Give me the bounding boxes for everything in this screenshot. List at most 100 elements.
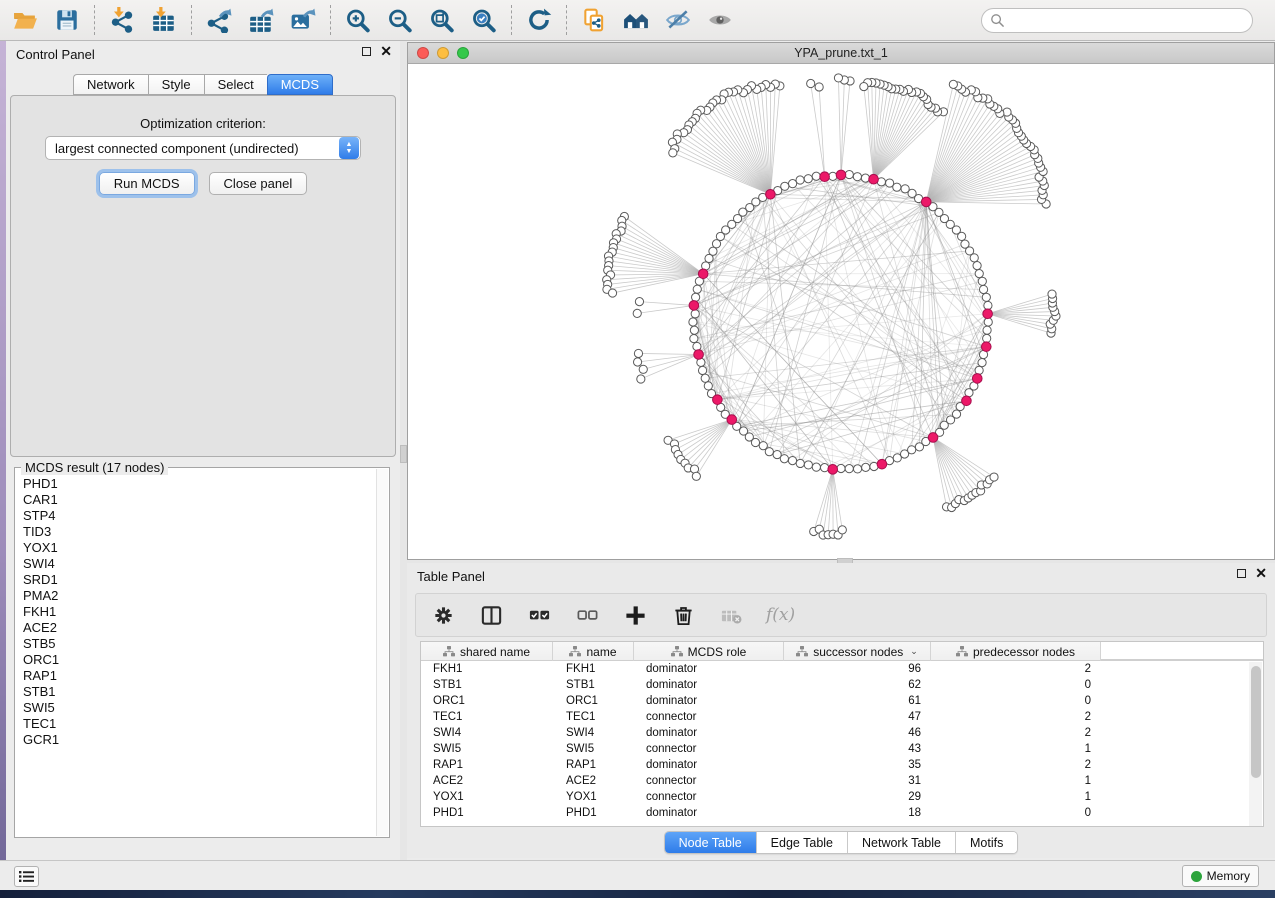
- tab-mcds[interactable]: MCDS: [267, 74, 333, 95]
- network-view[interactable]: [407, 64, 1275, 560]
- table-row[interactable]: PHD1PHD1dominator180: [421, 805, 1263, 821]
- cell-shared_name[interactable]: SWI4: [421, 727, 553, 739]
- cell-successor[interactable]: 61: [784, 695, 931, 707]
- graph-ring-node[interactable]: [861, 174, 869, 182]
- mcds-result-list[interactable]: PHD1CAR1STP4TID3YOX1SWI4SRD1PMA2FKH1ACE2…: [17, 476, 375, 835]
- show-all-icon[interactable]: [699, 3, 741, 37]
- tab-motifs[interactable]: Motifs: [956, 832, 1017, 853]
- refresh-layout-icon[interactable]: [518, 3, 560, 37]
- graph-mcds-node[interactable]: [962, 396, 972, 406]
- graph-ring-node[interactable]: [691, 310, 699, 318]
- task-history-button[interactable]: [14, 866, 39, 887]
- table-row[interactable]: RAP1RAP1dominator352: [421, 757, 1263, 773]
- run-mcds-button[interactable]: Run MCDS: [99, 172, 195, 195]
- mcds-result-item[interactable]: STB5: [23, 636, 375, 652]
- graph-ring-node[interactable]: [698, 366, 706, 374]
- cell-predecessor[interactable]: 0: [931, 807, 1101, 819]
- table-row[interactable]: ACE2ACE2connector311: [421, 773, 1263, 789]
- graph-ring-node[interactable]: [978, 359, 986, 367]
- zoom-selected-icon[interactable]: [463, 3, 505, 37]
- graph-ring-node[interactable]: [901, 185, 909, 193]
- deselect-all-icon[interactable]: [574, 600, 600, 630]
- float-icon[interactable]: [362, 47, 371, 56]
- mcds-result-item[interactable]: FKH1: [23, 604, 375, 620]
- mcds-result-item[interactable]: STB1: [23, 684, 375, 700]
- tab-network-table[interactable]: Network Table: [848, 832, 956, 853]
- first-neighbors-icon[interactable]: [615, 3, 657, 37]
- cell-name[interactable]: STB1: [553, 679, 634, 691]
- cell-predecessor[interactable]: 0: [931, 679, 1101, 691]
- delete-icon[interactable]: [670, 600, 696, 630]
- graph-leaf-node[interactable]: [860, 82, 868, 90]
- import-table-icon[interactable]: [143, 3, 185, 37]
- cell-mcds_role[interactable]: dominator: [634, 679, 784, 691]
- cell-predecessor[interactable]: 1: [931, 791, 1101, 803]
- table-row[interactable]: FKH1FKH1dominator962: [421, 661, 1263, 677]
- network-graph[interactable]: [408, 64, 1274, 558]
- cell-mcds_role[interactable]: dominator: [634, 759, 784, 771]
- cell-predecessor[interactable]: 2: [931, 663, 1101, 675]
- mcds-result-item[interactable]: ACE2: [23, 620, 375, 636]
- cell-successor[interactable]: 18: [784, 807, 931, 819]
- graph-ring-node[interactable]: [765, 448, 773, 456]
- graph-ring-node[interactable]: [982, 293, 990, 301]
- graph-ring-node[interactable]: [751, 438, 759, 446]
- table-row[interactable]: YOX1YOX1connector291: [421, 789, 1263, 805]
- graph-leaf-node[interactable]: [669, 149, 677, 157]
- cell-name[interactable]: PHD1: [553, 807, 634, 819]
- graph-leaf-node[interactable]: [608, 289, 616, 297]
- graph-ring-node[interactable]: [796, 176, 804, 184]
- graph-ring-node[interactable]: [886, 179, 894, 187]
- cell-successor[interactable]: 62: [784, 679, 931, 691]
- cell-mcds_role[interactable]: dominator: [634, 663, 784, 675]
- select-all-icon[interactable]: [526, 600, 552, 630]
- graph-ring-node[interactable]: [704, 382, 712, 390]
- cell-mcds_role[interactable]: dominator: [634, 695, 784, 707]
- cell-successor[interactable]: 47: [784, 711, 931, 723]
- graph-leaf-node[interactable]: [635, 298, 643, 306]
- add-icon[interactable]: [622, 600, 648, 630]
- cell-shared_name[interactable]: FKH1: [421, 663, 553, 675]
- column-header-predecessor-nodes[interactable]: predecessor nodes: [931, 642, 1101, 661]
- graph-mcds-node[interactable]: [713, 395, 723, 405]
- gear-icon[interactable]: [430, 600, 456, 630]
- table-scrollbar[interactable]: [1249, 662, 1262, 826]
- export-image-icon[interactable]: [282, 3, 324, 37]
- cell-mcds_role[interactable]: connector: [634, 711, 784, 723]
- graph-mcds-node[interactable]: [836, 170, 846, 180]
- graph-ring-node[interactable]: [837, 464, 845, 472]
- cell-name[interactable]: YOX1: [553, 791, 634, 803]
- copy-network-icon[interactable]: [573, 3, 615, 37]
- table-scrollbar-thumb[interactable]: [1251, 666, 1261, 778]
- vertical-splitter[interactable]: [400, 41, 407, 860]
- cell-name[interactable]: SWI4: [553, 727, 634, 739]
- graph-mcds-node[interactable]: [828, 465, 838, 475]
- graph-mcds-node[interactable]: [981, 342, 991, 352]
- graph-ring-node[interactable]: [984, 318, 992, 326]
- table-row[interactable]: SWI5SWI5connector431: [421, 741, 1263, 757]
- cell-shared_name[interactable]: TEC1: [421, 711, 553, 723]
- graph-mcds-node[interactable]: [766, 189, 776, 199]
- search-input[interactable]: [1010, 14, 1252, 28]
- column-header-MCDS-role[interactable]: MCDS role: [634, 642, 784, 661]
- tab-edge-table[interactable]: Edge Table: [757, 832, 848, 853]
- graph-ring-node[interactable]: [829, 172, 837, 180]
- graph-ring-node[interactable]: [812, 463, 820, 471]
- graph-ring-node[interactable]: [975, 366, 983, 374]
- graph-ring-node[interactable]: [979, 285, 987, 293]
- close-icon[interactable]: ✕: [1255, 568, 1267, 578]
- graph-ring-node[interactable]: [978, 277, 986, 285]
- tab-node-table[interactable]: Node Table: [665, 832, 757, 853]
- cell-successor[interactable]: 96: [784, 663, 931, 675]
- graph-leaf-node[interactable]: [692, 472, 700, 480]
- graph-ring-node[interactable]: [780, 455, 788, 463]
- cell-successor[interactable]: 35: [784, 759, 931, 771]
- cell-name[interactable]: TEC1: [553, 711, 634, 723]
- cell-name[interactable]: RAP1: [553, 759, 634, 771]
- mcds-result-item[interactable]: RAP1: [23, 668, 375, 684]
- graph-ring-node[interactable]: [690, 334, 698, 342]
- cell-shared_name[interactable]: ACE2: [421, 775, 553, 787]
- mcds-result-item[interactable]: PHD1: [23, 476, 375, 492]
- graph-mcds-node[interactable]: [727, 415, 737, 425]
- graph-leaf-node[interactable]: [1048, 290, 1056, 298]
